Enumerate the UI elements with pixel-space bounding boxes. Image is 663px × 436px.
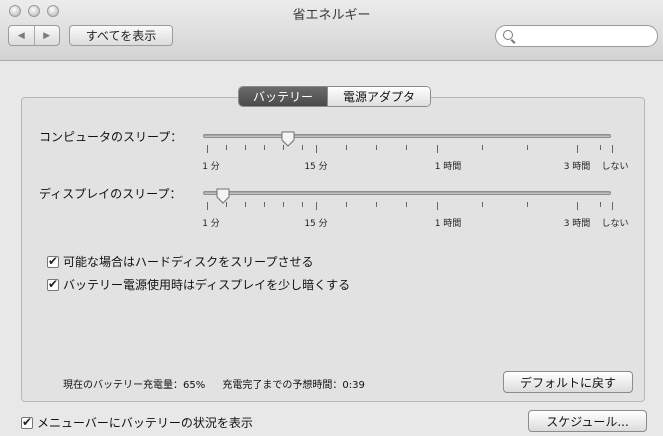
search-field[interactable] — [495, 25, 658, 47]
schedule-button[interactable]: スケジュール... — [528, 410, 647, 432]
display-sleep-tick-label: 1 分 — [202, 219, 220, 229]
computer-sleep-ticks — [0, 145, 663, 155]
window-title: 省エネルギー — [292, 8, 371, 23]
menubar-status-option[interactable]: メニューバーにバッテリーの状況を表示 — [21, 414, 253, 431]
display-sleep-tick-label: 1 時間 — [434, 219, 462, 229]
tab-battery[interactable]: バッテリー — [239, 87, 327, 106]
forward-button[interactable]: ▶ — [33, 26, 60, 45]
hard-disk-sleep-option[interactable]: 可能な場合はハードディスクをスリープさせる — [47, 253, 313, 270]
menubar-status-label: メニューバーにバッテリーの状況を表示 — [37, 416, 253, 430]
forward-arrow-icon: ▶ — [43, 30, 51, 41]
battery-charge-text: 現在のバッテリー充電量：65% — [63, 380, 206, 391]
restore-defaults-button[interactable]: デフォルトに戻す — [503, 371, 633, 393]
title-bar: 省エネルギー ◀ ▶ すべてを表示 — [0, 0, 663, 61]
computer-sleep-tick-label: 1 時間 — [434, 162, 462, 172]
show-all-button[interactable]: すべてを表示 — [69, 25, 173, 46]
back-arrow-icon: ◀ — [17, 30, 25, 41]
back-forward-control: ◀ ▶ — [8, 25, 60, 46]
dim-display-checkbox[interactable] — [47, 277, 59, 291]
display-sleep-ticks — [0, 202, 663, 212]
display-sleep-label: ディスプレイのスリープ： — [39, 187, 182, 201]
display-sleep-tick-label: 3 時間 — [563, 219, 591, 229]
tab-bar: バッテリー 電源アダプタ — [238, 86, 431, 107]
back-button[interactable]: ◀ — [9, 26, 34, 45]
computer-sleep-label: コンピュータのスリープ： — [39, 130, 183, 144]
dim-display-label: バッテリー電源使用時はディスプレイを少し暗くする — [63, 278, 351, 292]
computer-sleep-slider-track[interactable] — [203, 134, 611, 138]
battery-status: 現在のバッテリー充電量：65% 充電完了までの予想時間：0:39 — [63, 376, 365, 391]
computer-sleep-tick-label: 1 分 — [202, 162, 220, 172]
search-icon — [503, 30, 513, 40]
display-sleep-tick-label: 15 分 — [304, 219, 328, 229]
computer-sleep-tick-label: 3 時間 — [563, 162, 591, 172]
computer-sleep-tick-label: 15 分 — [304, 162, 328, 172]
display-sleep-slider-track[interactable] — [203, 191, 611, 195]
computer-sleep-tick-label: しない — [601, 162, 629, 172]
energy-saver-window: 省エネルギー ◀ ▶ すべてを表示 バッテリー 電源アダプタ コンピュータのスリ… — [0, 0, 663, 436]
time-to-full-text: 充電完了までの予想時間：0:39 — [222, 380, 365, 391]
tab-power-adapter[interactable]: 電源アダプタ — [327, 87, 430, 106]
menubar-status-checkbox[interactable] — [21, 415, 33, 429]
dim-display-option[interactable]: バッテリー電源使用時はディスプレイを少し暗くする — [47, 276, 350, 293]
display-sleep-tick-label: しない — [601, 219, 629, 229]
hard-disk-sleep-label: 可能な場合はハードディスクをスリープさせる — [63, 255, 314, 269]
search-input[interactable] — [516, 28, 655, 46]
hard-disk-sleep-checkbox[interactable] — [47, 254, 59, 268]
